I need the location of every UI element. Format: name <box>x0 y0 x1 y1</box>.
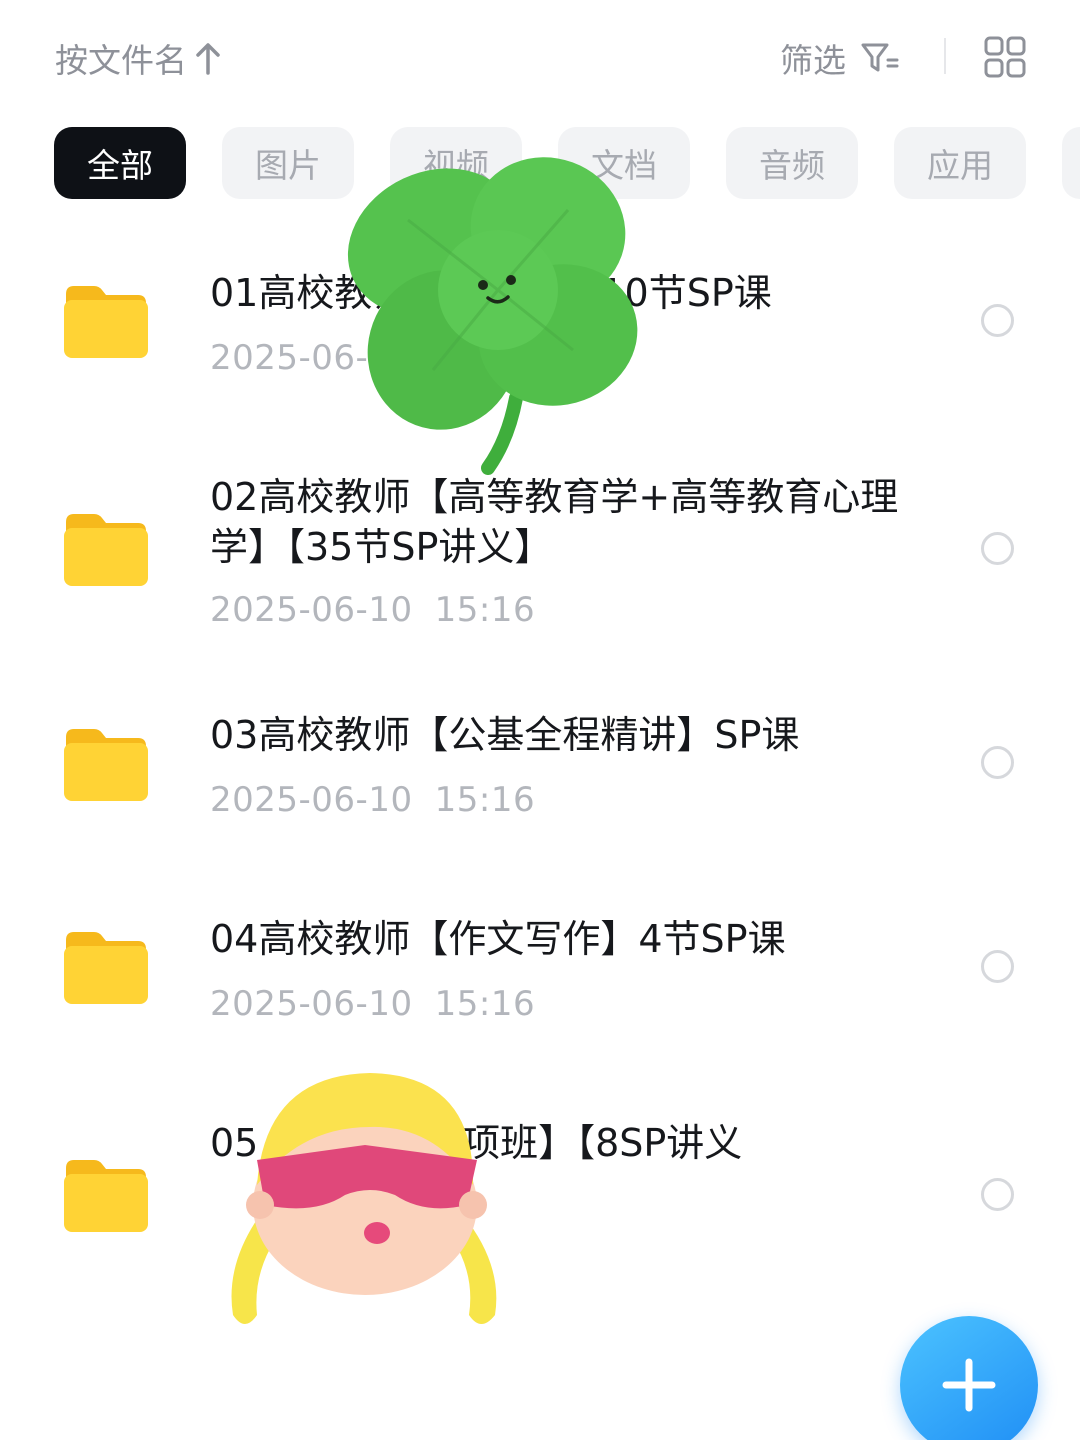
girl-sticker-icon <box>231 1073 497 1324</box>
file-title: 01高校教师【…解读】10节SP课 <box>210 271 772 315</box>
select-radio[interactable] <box>981 950 1014 983</box>
filter-icon <box>861 43 899 72</box>
tab-apps[interactable]: 应用 <box>894 127 1026 199</box>
folder-icon <box>64 286 148 358</box>
file-title: 05…主观题-专项班】【8SP讲义 <box>210 1121 743 1165</box>
top-bar: 按文件名 筛选 <box>0 0 1080 110</box>
file-date: 2025-06-10 15:16 <box>210 780 536 820</box>
file-title: 03高校教师【公基全程精讲】SP课 <box>210 713 800 757</box>
tab-all[interactable]: 全部 <box>54 127 186 199</box>
file-date: 2025-06-10 15:16 <box>210 984 536 1024</box>
sort-label: 按文件名 <box>55 41 187 80</box>
select-radio[interactable] <box>981 1178 1014 1211</box>
file-date: 2025-06-10 15:16 <box>210 590 536 630</box>
grid-view-icon[interactable] <box>984 36 1026 78</box>
tab-documents[interactable]: 文档 <box>558 127 690 199</box>
file-date: 2025-06-1… <box>210 338 425 378</box>
arrow-up-icon <box>196 43 220 75</box>
folder-icon <box>64 932 148 1004</box>
file-title: 04高校教师【作文写作】4节SP课 <box>210 917 786 961</box>
tab-more[interactable] <box>1062 127 1080 199</box>
category-tabs: 全部 图片 视频 文档 音频 应用 <box>54 127 1080 199</box>
add-button[interactable] <box>900 1316 1038 1440</box>
select-radio[interactable] <box>981 746 1014 779</box>
folder-icon <box>64 1160 148 1232</box>
filter-label: 筛选 <box>780 41 846 80</box>
tab-audio[interactable]: 音频 <box>726 127 858 199</box>
filter-button[interactable]: 筛选 <box>780 34 900 82</box>
file-title: 02高校教师【高等教育学+高等教育心理学】【35节SP讲义】 <box>210 475 899 569</box>
folder-icon <box>64 729 148 801</box>
select-radio[interactable] <box>981 532 1014 565</box>
tab-images[interactable]: 图片 <box>222 127 354 199</box>
toolbar-divider <box>944 38 946 74</box>
folder-icon <box>64 514 148 586</box>
tab-videos[interactable]: 视频 <box>390 127 522 199</box>
sort-by-name-button[interactable]: 按文件名 <box>55 34 221 82</box>
select-radio[interactable] <box>981 304 1014 337</box>
plus-icon <box>942 1358 996 1412</box>
